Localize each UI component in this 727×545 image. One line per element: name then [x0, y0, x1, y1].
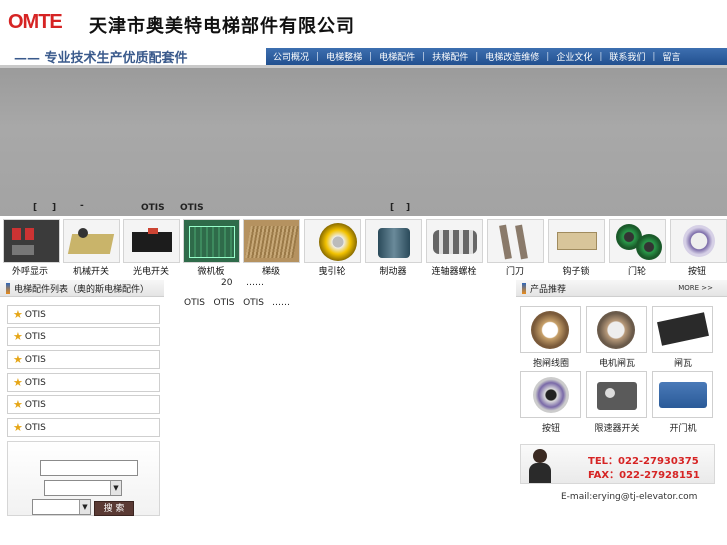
banner-text: [ — [390, 203, 395, 213]
product-label[interactable]: 连轴器螺栓 — [424, 264, 484, 277]
fax-number: FAX：022-27928151 — [588, 470, 700, 481]
chevron-down-icon: ▼ — [79, 500, 90, 514]
product-thumb-display[interactable] — [3, 219, 60, 263]
star-icon: ★ — [13, 353, 23, 366]
contact-box: TEL：022-27930375 FAX：022-27928151 — [520, 444, 715, 484]
more-link[interactable]: MORE >> — [678, 284, 713, 292]
product-thumb-traction-sheave[interactable] — [304, 219, 361, 263]
recommend-thumb[interactable] — [586, 371, 647, 418]
intro-text: OTIS OTIS OTIS — [184, 298, 265, 308]
product-label[interactable]: 光电开关 — [121, 264, 181, 277]
category-item[interactable]: ★ OTIS — [7, 350, 160, 369]
product-thumb-brake[interactable] — [365, 219, 422, 263]
banner: [ ] - OTIS OTIS [ ] — [0, 68, 727, 216]
product-thumb-coupling-bolt[interactable] — [426, 219, 483, 263]
slogan: —— 专业技术生产优质配套件 — [14, 51, 188, 66]
category-label: OTIS — [24, 377, 46, 388]
product-thumb-photo-switch[interactable] — [123, 219, 180, 263]
banner-text: - — [80, 201, 84, 211]
category-label: OTIS — [24, 422, 46, 433]
chevron-down-icon: ▼ — [110, 481, 121, 495]
product-label[interactable]: 梯级 — [241, 264, 301, 277]
header-bar-icon — [6, 282, 10, 294]
product-label[interactable]: 门刀 — [485, 264, 545, 277]
header-bar-icon — [522, 282, 526, 294]
nav-escalator-parts[interactable]: 扶梯配件 — [425, 50, 475, 63]
star-icon: ★ — [13, 308, 23, 321]
recommend-thumb[interactable] — [652, 371, 713, 418]
category-item[interactable]: ★ OTIS — [7, 418, 160, 437]
category-label: OTIS — [24, 354, 46, 365]
nav-elevator-parts[interactable]: 电梯配件 — [372, 50, 422, 63]
search-button[interactable]: 搜 索 — [94, 501, 134, 516]
category-item[interactable]: ★ OTIS — [7, 395, 160, 414]
recommend-label[interactable]: 按钮 — [518, 421, 584, 434]
ellipsis: …… — [272, 298, 290, 308]
type-select[interactable]: ▼ — [32, 499, 91, 515]
product-thumb-step[interactable] — [243, 219, 300, 263]
star-icon: ★ — [13, 376, 23, 389]
product-thumb-hook-lock[interactable] — [548, 219, 605, 263]
recommend-thumb[interactable] — [586, 306, 647, 353]
category-header: 电梯配件列表（奥的斯电梯配件） — [0, 280, 164, 297]
recommend-thumb[interactable] — [520, 371, 581, 418]
search-input[interactable] — [40, 460, 138, 476]
product-label[interactable]: 机械开关 — [61, 264, 121, 277]
product-label[interactable]: 制动器 — [363, 264, 423, 277]
nav-company-profile[interactable]: 公司概况 — [266, 50, 316, 63]
product-thumb-board[interactable] — [183, 219, 240, 263]
recommend-label[interactable]: 闸瓦 — [650, 356, 716, 369]
header: OMTE 天津市奥美特电梯部件有限公司 —— 专业技术生产优质配套件 公司概况 |… — [0, 0, 727, 68]
recommend-label[interactable]: 限速器开关 — [584, 421, 650, 434]
category-title: 电梯配件列表（奥的斯电梯配件） — [14, 284, 150, 295]
product-label[interactable]: 钩子锁 — [546, 264, 606, 277]
product-thumb-door-wheel[interactable] — [609, 219, 666, 263]
product-count: 20 — [221, 278, 233, 288]
recommend-title: 产品推荐 — [530, 284, 567, 295]
category-item[interactable]: ★ OTIS — [7, 373, 160, 392]
product-label[interactable]: 按钮 — [667, 264, 727, 277]
product-thumb-door-knife[interactable] — [487, 219, 544, 263]
nav-contact[interactable]: 联系我们 — [602, 50, 652, 63]
nav-culture[interactable]: 企业文化 — [549, 50, 599, 63]
ellipsis: …… — [246, 278, 264, 288]
recommend-header: 产品推荐 MORE >> — [516, 280, 727, 297]
banner-text: ] — [52, 203, 57, 213]
recommend-thumb[interactable] — [652, 306, 713, 353]
product-label[interactable]: 微机板 — [181, 264, 241, 277]
category-item[interactable]: ★ OTIS — [7, 327, 160, 346]
product-label[interactable]: 外呼显示 — [0, 264, 60, 277]
category-label: OTIS — [24, 331, 46, 342]
product-label[interactable]: 曳引轮 — [302, 264, 362, 277]
product-thumb-button[interactable] — [670, 219, 727, 263]
nav-message[interactable]: 留言 — [655, 50, 687, 63]
company-name: 天津市奥美特电梯部件有限公司 — [89, 16, 355, 37]
email-link[interactable]: E-mail:erying@tj-elevator.com — [561, 492, 697, 502]
nav-elevators[interactable]: 电梯整梯 — [319, 50, 369, 63]
star-icon: ★ — [13, 398, 23, 411]
recommend-label[interactable]: 开门机 — [650, 421, 716, 434]
phone-number: TEL：022-27930375 — [588, 456, 699, 467]
search-box: ▼ ▼ 搜 索 — [7, 441, 160, 516]
star-icon: ★ — [13, 330, 23, 343]
banner-text: OTIS — [180, 203, 204, 213]
recommend-label[interactable]: 电机闸瓦 — [584, 356, 650, 369]
star-icon: ★ — [13, 421, 23, 434]
banner-text: [ — [33, 203, 38, 213]
nav-renovation[interactable]: 电梯改造维修 — [478, 50, 546, 63]
operator-avatar — [527, 447, 553, 483]
banner-text: ] — [406, 203, 411, 213]
recommend-label[interactable]: 抱闸线圈 — [518, 356, 584, 369]
company-logo: OMTE — [8, 11, 63, 33]
recommend-thumb[interactable] — [520, 306, 581, 353]
category-select[interactable]: ▼ — [44, 480, 122, 496]
banner-text: OTIS — [141, 203, 165, 213]
category-item[interactable]: ★ OTIS — [7, 305, 160, 324]
product-label[interactable]: 门轮 — [607, 264, 667, 277]
category-label: OTIS — [24, 399, 46, 410]
product-thumb-mech-switch[interactable] — [63, 219, 120, 263]
main-nav: 公司概况 | 电梯整梯 | 电梯配件 | 扶梯配件 | 电梯改造维修 | 企业文化 | 联系… — [266, 48, 727, 65]
category-label: OTIS — [24, 309, 46, 320]
